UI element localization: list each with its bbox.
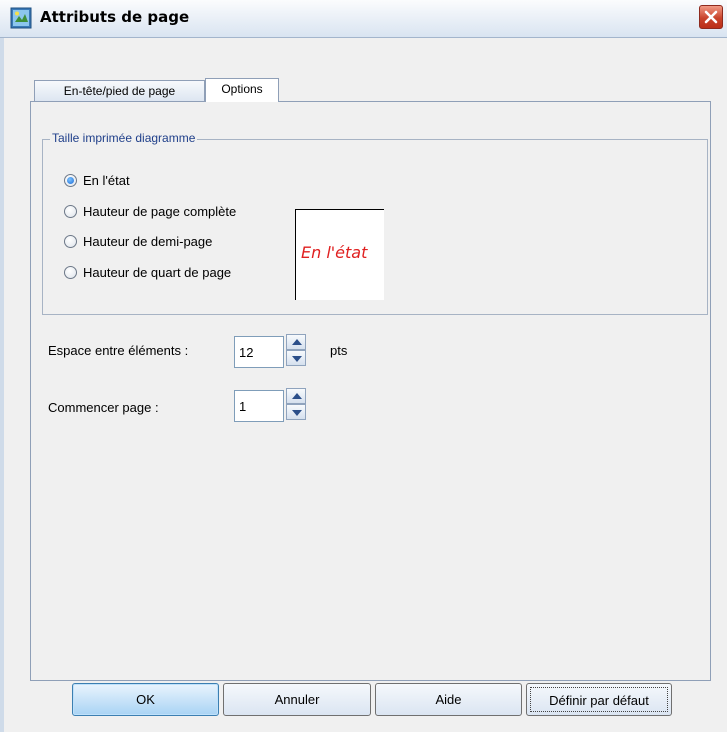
tab-header-footer[interactable]: En-tête/pied de page — [34, 80, 205, 101]
chart-size-group-title: Taille imprimée diagramme — [50, 131, 198, 145]
radio-full-page-height[interactable]: Hauteur de page complète — [64, 201, 236, 221]
radio-button[interactable] — [64, 204, 77, 218]
spacing-label: Espace entre éléments : — [48, 343, 189, 358]
tab-options[interactable]: Options — [205, 78, 279, 102]
spacing-unit: pts — [330, 343, 348, 358]
radio-label: Hauteur de quart de page — [83, 264, 232, 280]
arrow-down-icon — [292, 410, 302, 416]
radio-label: En l'état — [83, 172, 130, 188]
window-frame-edge — [0, 38, 4, 732]
radio-button[interactable] — [64, 234, 77, 248]
set-default-label: Définir par défaut — [530, 687, 668, 712]
arrow-down-icon — [292, 356, 302, 362]
ok-button[interactable]: OK — [72, 683, 219, 716]
title-bar: Attributs de page — [0, 0, 727, 38]
radio-half-page-height[interactable]: Hauteur de demi-page — [64, 231, 212, 251]
spacing-input[interactable] — [234, 336, 284, 368]
radio-button-checked[interactable] — [64, 173, 77, 187]
close-icon — [704, 10, 718, 24]
start-page-increment-button[interactable] — [286, 388, 306, 404]
spacing-stepper[interactable] — [286, 334, 306, 366]
radio-quarter-page-height[interactable]: Hauteur de quart de page — [64, 262, 231, 282]
start-page-label: Commencer page : — [48, 400, 159, 415]
start-page-stepper[interactable] — [286, 388, 306, 420]
radio-as-is[interactable]: En l'état — [64, 170, 130, 190]
set-default-button[interactable]: Définir par défaut — [526, 683, 672, 716]
preview-text: En l'état — [301, 243, 368, 262]
tab-strip-divider — [30, 101, 711, 102]
start-page-input[interactable] — [234, 390, 284, 422]
page-attributes-icon — [10, 7, 32, 29]
radio-label: Hauteur de demi-page — [83, 233, 213, 249]
spacing-increment-button[interactable] — [286, 334, 306, 350]
start-page-decrement-button[interactable] — [286, 404, 306, 420]
arrow-up-icon — [292, 393, 302, 399]
cancel-button[interactable]: Annuler — [223, 683, 371, 716]
help-button[interactable]: Aide — [375, 683, 522, 716]
radio-button[interactable] — [64, 265, 77, 279]
close-button[interactable] — [699, 5, 723, 29]
window-title: Attributs de page — [40, 8, 190, 26]
chart-size-preview: En l'état — [295, 209, 384, 300]
page-attributes-dialog: Attributs de page En-tête/pied de page O… — [0, 0, 727, 732]
radio-label: Hauteur de page complète — [83, 203, 237, 219]
spacing-decrement-button[interactable] — [286, 350, 306, 366]
arrow-up-icon — [292, 339, 302, 345]
